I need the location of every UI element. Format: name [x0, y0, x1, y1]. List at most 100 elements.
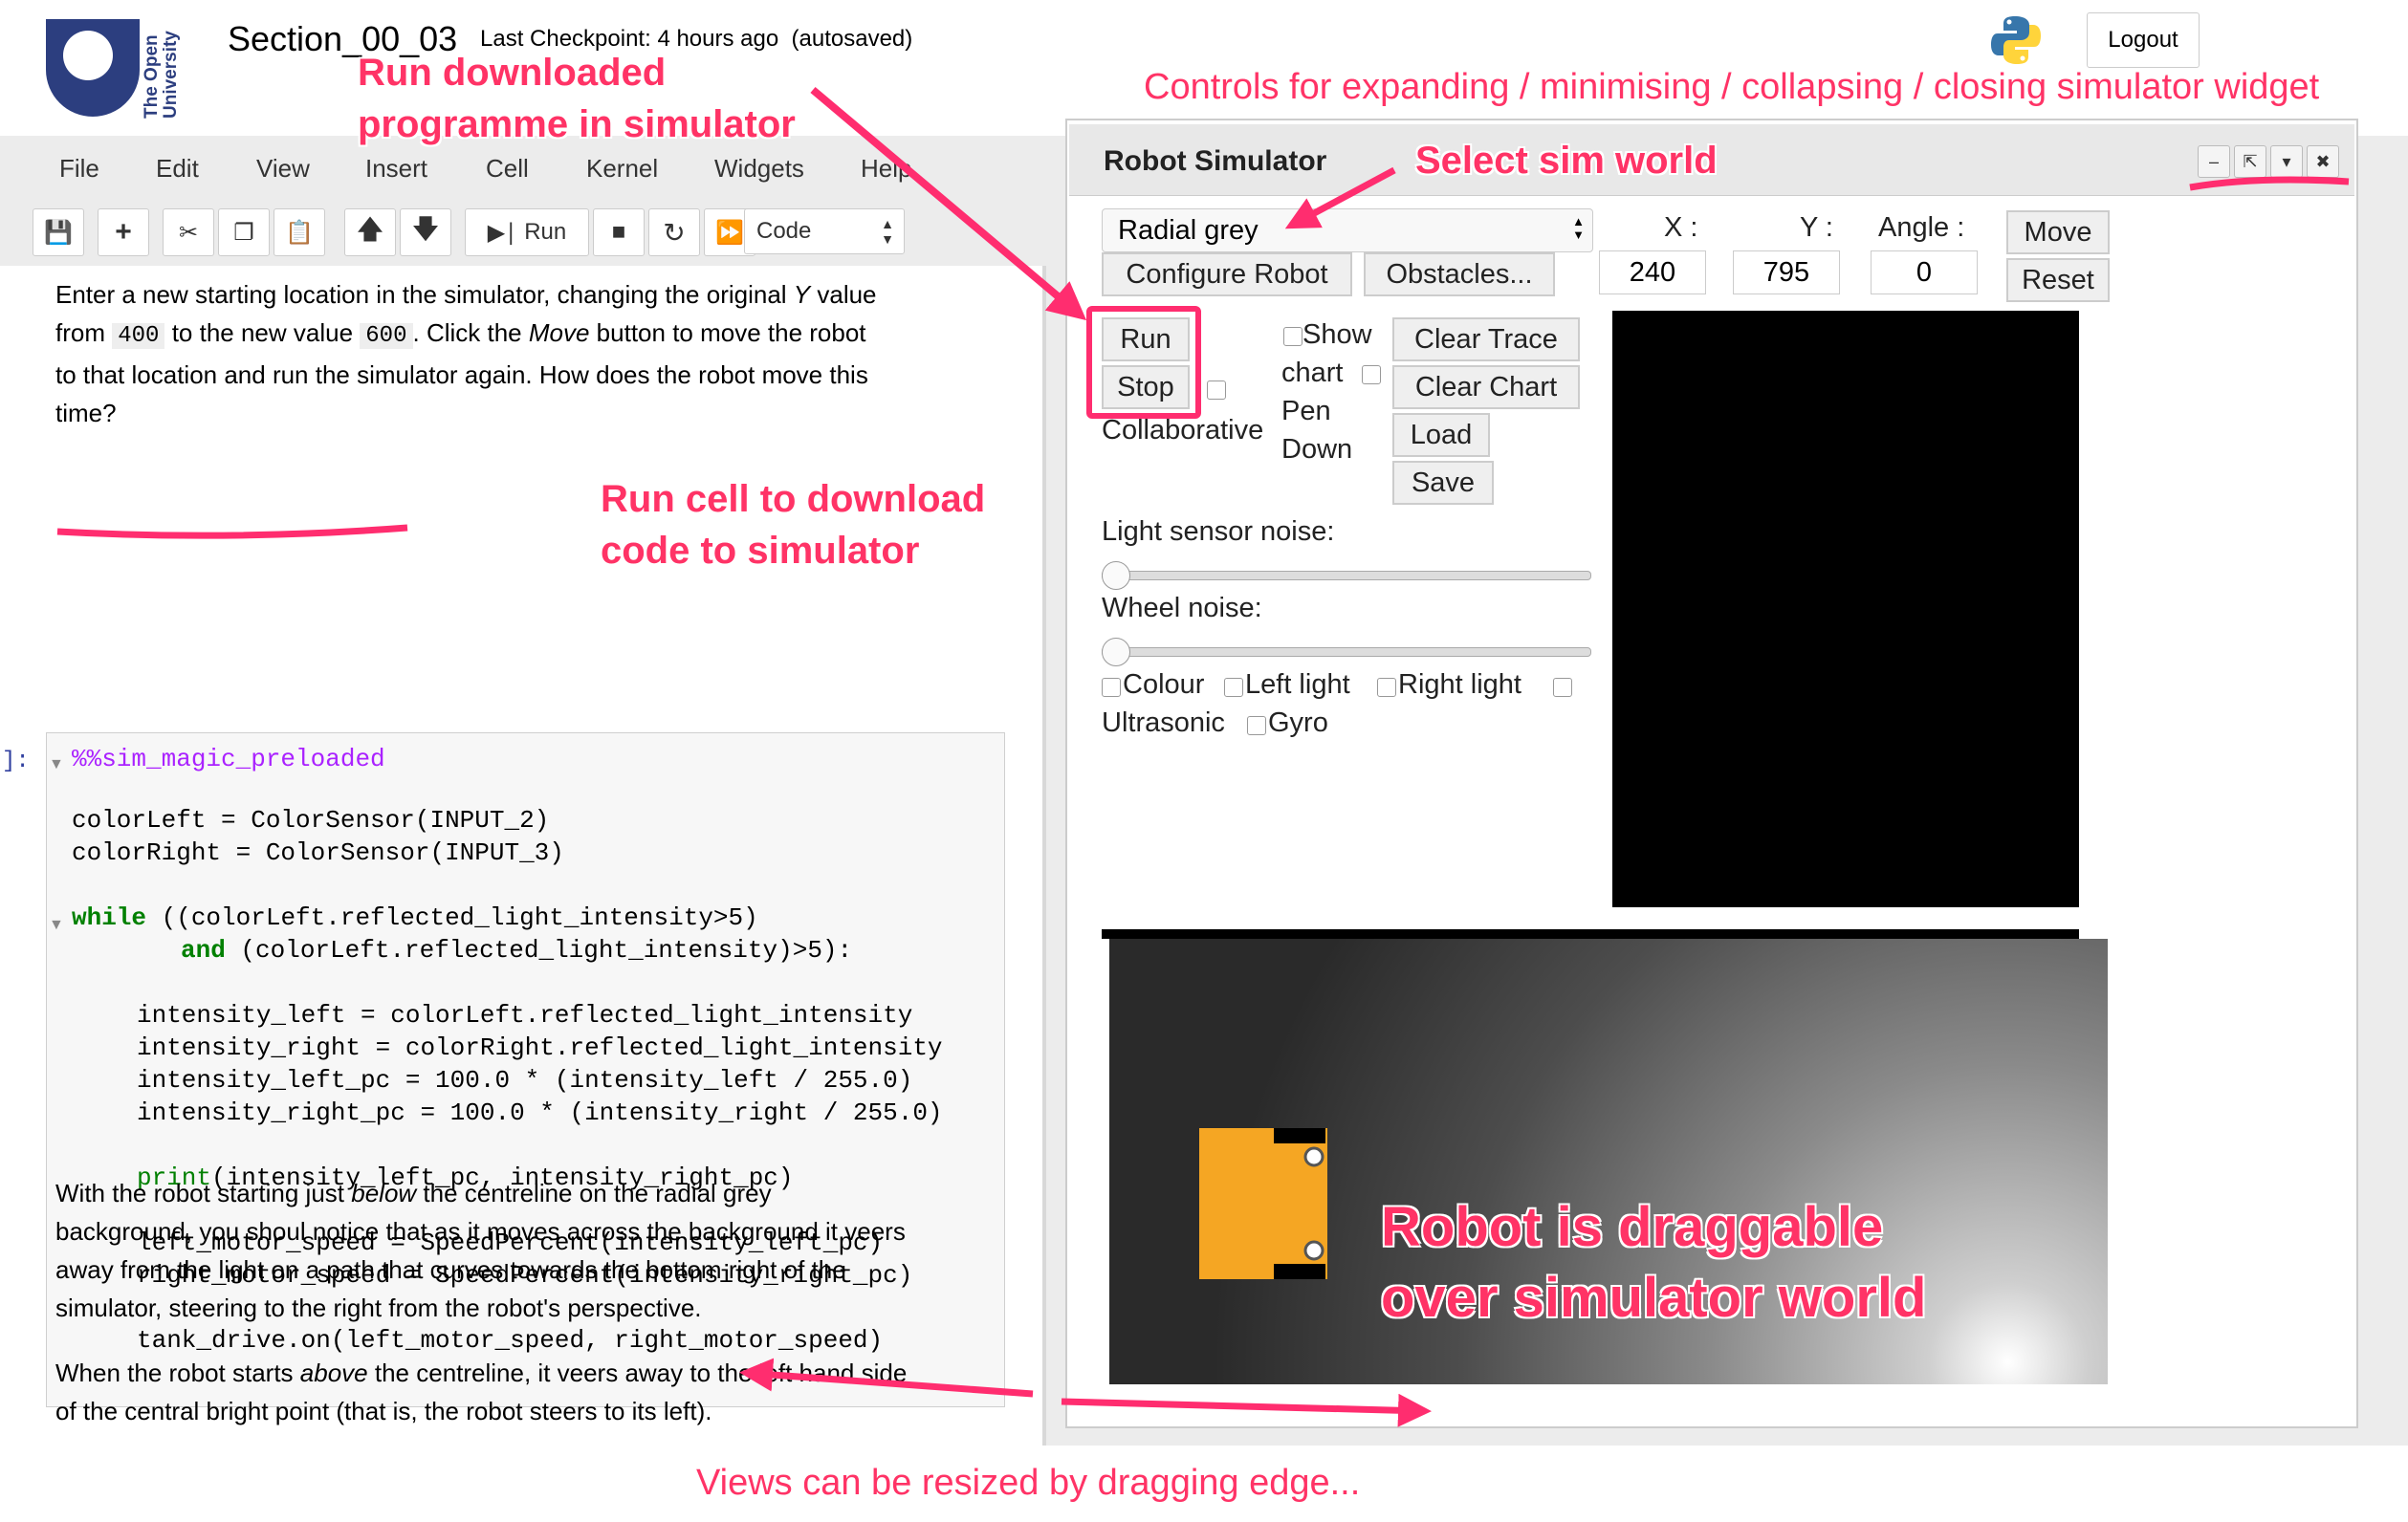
annotation-run-cell-1: Run cell to download	[601, 478, 986, 520]
y-input[interactable]: 795	[1733, 250, 1840, 294]
menu-widgets[interactable]: Widgets	[714, 154, 804, 184]
close-icon[interactable]: ✖	[2307, 145, 2339, 178]
simulator-title: Robot Simulator	[1104, 145, 1327, 177]
python-logo-icon	[1991, 16, 2041, 64]
pen-down-checkbox[interactable]	[1362, 365, 1381, 384]
fold-arrow-icon[interactable]: ▼	[49, 917, 64, 934]
save-sim-button[interactable]: Save	[1392, 461, 1494, 505]
robot-icon[interactable]	[1199, 1128, 1327, 1279]
y-label: Y :	[1800, 212, 1833, 243]
code-line: intensity_left = colorLeft.reflected_lig…	[137, 1001, 913, 1030]
stop-icon[interactable]: ■	[593, 208, 645, 256]
clear-trace-button[interactable]: Clear Trace	[1392, 317, 1580, 361]
paste-icon[interactable]: 📋	[274, 208, 325, 256]
collaborative-label: Collaborative	[1102, 415, 1264, 446]
x-label: X :	[1664, 212, 1698, 243]
notebook-content: Enter a new starting location in the sim…	[0, 266, 1042, 1446]
wheel-noise-slider-track[interactable]	[1102, 647, 1591, 657]
ultrasonic-checkbox[interactable]	[1553, 678, 1572, 697]
obstacles-button[interactable]: Obstacles...	[1364, 252, 1555, 296]
cut-icon[interactable]: ✂	[163, 208, 214, 256]
pen-down-label-1: Pen	[1281, 396, 1331, 426]
menu-kernel[interactable]: Kernel	[586, 154, 658, 184]
move-up-icon[interactable]: 🡅	[344, 208, 396, 256]
right-light-checkbox[interactable]	[1377, 678, 1396, 697]
code-line: intensity_right = colorRight.reflected_l…	[137, 1033, 943, 1062]
cell-type-select[interactable]: Code ▲ ▼	[744, 208, 905, 254]
annotation-robot-drag-2: over simulator world	[1381, 1267, 1927, 1329]
colour-checkbox[interactable]	[1102, 678, 1121, 697]
gyro-checkbox[interactable]	[1247, 716, 1266, 735]
code-line: tank_drive.on(left_motor_speed, right_mo…	[137, 1326, 884, 1355]
sensor-chart-canvas	[1612, 311, 2079, 907]
show-chart-checkbox[interactable]	[1283, 327, 1303, 346]
minimise-icon[interactable]: –	[2198, 145, 2230, 178]
logout-button[interactable]: Logout	[2087, 12, 2200, 68]
code-line: intensity_left_pc = 100.0 * (intensity_l…	[137, 1066, 913, 1095]
save-icon[interactable]: 💾	[33, 208, 84, 256]
annotation-run-downloaded-1: Run downloaded	[358, 52, 667, 94]
cell-prompt: ]:	[2, 749, 30, 774]
annotation-controls: Controls for expanding / minimising / co…	[1144, 67, 2320, 107]
menu-edit[interactable]: Edit	[156, 154, 199, 184]
code-line: colorLeft = ColorSensor(INPUT_2)	[72, 806, 550, 835]
run-button[interactable]: ▶∣ Run	[465, 208, 589, 256]
move-button[interactable]: Move	[2006, 210, 2110, 254]
select-arrows-icon: ▲ ▼	[881, 216, 894, 247]
inline-code-400: 400	[112, 323, 165, 349]
collaborative-checkbox[interactable]	[1207, 380, 1226, 400]
pen-down-label-2: Down	[1281, 434, 1353, 465]
menu-file[interactable]: File	[59, 154, 99, 184]
angle-input[interactable]: 0	[1871, 250, 1978, 294]
light-noise-label: Light sensor noise:	[1102, 516, 1335, 547]
world-top-edge	[1102, 929, 2079, 939]
markdown-cell-3[interactable]: When the robot starts above the centreli…	[55, 1354, 1002, 1430]
colour-label: Colour	[1123, 669, 1205, 700]
configure-robot-button[interactable]: Configure Robot	[1102, 252, 1352, 296]
wheel-noise-slider-knob[interactable]	[1102, 638, 1130, 666]
left-light-checkbox[interactable]	[1224, 678, 1243, 697]
logo-text-1: The Open	[142, 34, 162, 119]
markdown-cell-2[interactable]: With the robot starting just below the c…	[55, 1174, 1002, 1327]
annotation-run-downloaded-2: programme in simulator	[358, 103, 796, 145]
code-line: intensity_right_pc = 100.0 * (intensity_…	[137, 1098, 943, 1127]
light-noise-slider-track[interactable]	[1102, 571, 1591, 580]
annotation-run-cell-2: code to simulator	[601, 530, 920, 572]
resize-handle[interactable]	[1042, 266, 1046, 1446]
reset-button[interactable]: Reset	[2006, 258, 2110, 302]
left-light-label: Left light	[1245, 669, 1350, 700]
collapse-icon[interactable]: ▾	[2270, 145, 2303, 178]
insert-cell-icon[interactable]: +	[98, 208, 149, 256]
menu-insert[interactable]: Insert	[365, 154, 427, 184]
checkpoint-status: Last Checkpoint: 4 hours ago (autosaved)	[480, 26, 913, 52]
world-select[interactable]: Radial grey ▲ ▼	[1102, 208, 1593, 252]
angle-label: Angle :	[1878, 212, 1965, 243]
light-noise-slider-knob[interactable]	[1102, 561, 1130, 590]
annotation-resize: Views can be resized by dragging edge...	[696, 1463, 1361, 1503]
select-arrows-icon: ▲ ▼	[1572, 214, 1585, 242]
clear-chart-button[interactable]: Clear Chart	[1392, 365, 1580, 409]
gyro-label: Gyro	[1268, 707, 1328, 738]
code-line: while ((colorLeft.reflected_light_intens…	[72, 903, 758, 932]
right-light-label: Right light	[1398, 669, 1521, 700]
fold-arrow-icon[interactable]: ▼	[49, 756, 64, 773]
annotation-select-world: Select sim world	[1415, 140, 1718, 182]
logo-text-2: University	[161, 31, 181, 119]
move-down-icon[interactable]: 🡇	[400, 208, 451, 256]
menu-view[interactable]: View	[256, 154, 310, 184]
load-button[interactable]: Load	[1392, 413, 1490, 457]
logo-shield-icon	[46, 19, 140, 117]
expand-icon[interactable]: ⇱	[2234, 145, 2266, 178]
copy-icon[interactable]: ❐	[218, 208, 270, 256]
x-input[interactable]: 240	[1599, 250, 1706, 294]
annotation-robot-drag-1: Robot is draggable	[1381, 1196, 1884, 1258]
open-university-logo[interactable]: The Open University	[46, 19, 185, 124]
code-line: colorRight = ColorSensor(INPUT_3)	[72, 838, 564, 867]
restart-icon[interactable]: ↻	[648, 208, 700, 256]
markdown-cell-1[interactable]: Enter a new starting location in the sim…	[55, 275, 1002, 432]
menu-cell[interactable]: Cell	[486, 154, 529, 184]
ultrasonic-label: Ultrasonic	[1102, 707, 1225, 738]
show-chart-label-2: chart	[1281, 358, 1344, 388]
run-stop-highlight	[1086, 306, 1201, 419]
menu-help[interactable]: Help	[861, 154, 911, 184]
